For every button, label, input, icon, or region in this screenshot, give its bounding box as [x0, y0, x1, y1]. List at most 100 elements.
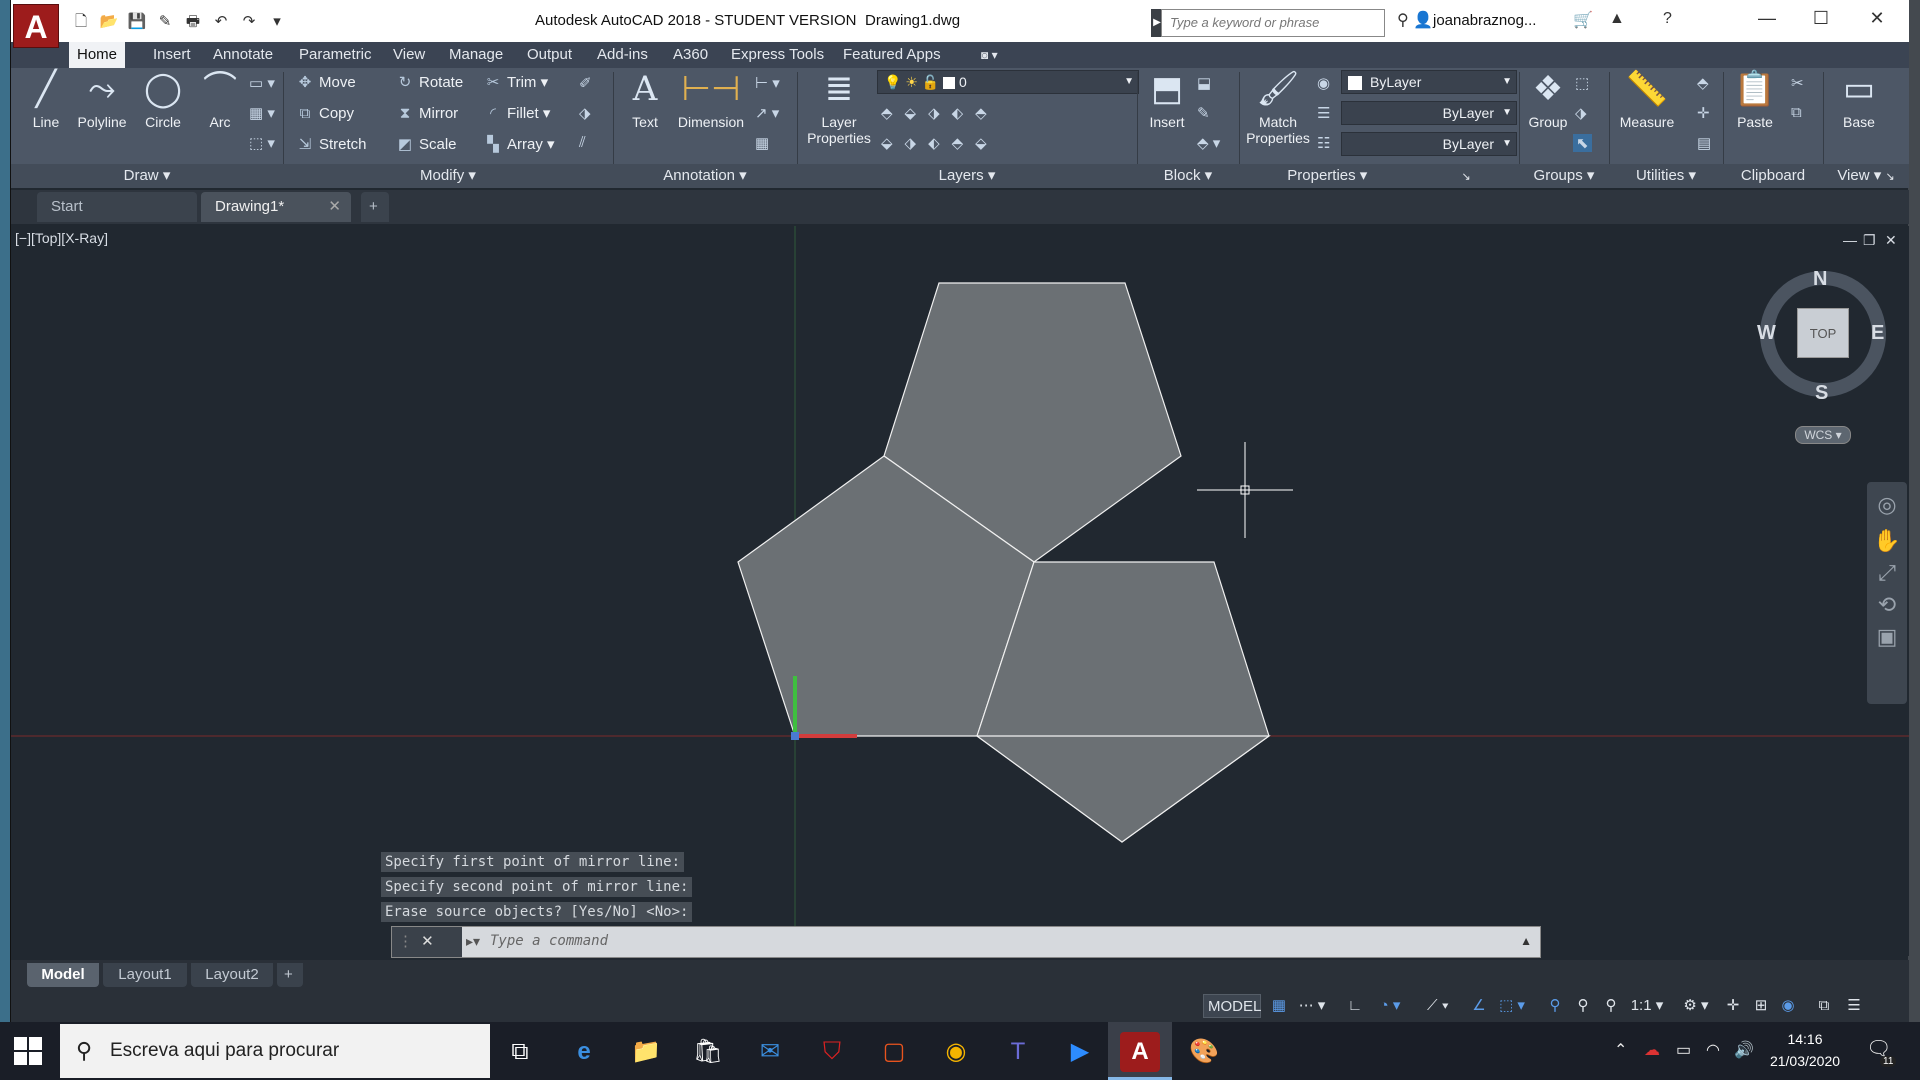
tray-overflow-icon[interactable]: ⌃: [1614, 1040, 1627, 1060]
tab-insert[interactable]: Insert: [145, 42, 199, 68]
panel-modify-label[interactable]: Modify ▾: [283, 164, 613, 188]
grid-icon[interactable]: ▦: [1267, 994, 1291, 1018]
panel-draw-label[interactable]: Draw ▾: [11, 164, 283, 188]
copy-button[interactable]: ⧉ Copy: [295, 103, 354, 125]
tab-a360[interactable]: A360: [665, 42, 716, 68]
cut-icon[interactable]: ✂: [1791, 74, 1804, 92]
antivirus-tray-icon[interactable]: ☁: [1644, 1040, 1660, 1060]
panel-properties-label[interactable]: Properties ▾ ↘: [1239, 164, 1519, 188]
edge-browser-icon[interactable]: e: [564, 1032, 604, 1072]
rotate-button[interactable]: ↻ Rotate: [395, 72, 464, 94]
tab-layout1[interactable]: Layout1: [103, 963, 187, 987]
close-icon[interactable]: ✕: [1857, 8, 1897, 29]
viewcube-top-face[interactable]: TOP: [1797, 308, 1849, 358]
binoculars-icon[interactable]: ⚲: [1397, 10, 1409, 30]
undo-icon[interactable]: ↶: [209, 10, 233, 34]
workspace-gear-icon[interactable]: ⚙ ▾: [1679, 994, 1713, 1018]
color-wheel-icon[interactable]: ◉: [1317, 74, 1330, 92]
panel-layers-label[interactable]: Layers ▾: [797, 164, 1137, 188]
tab-featured-apps[interactable]: Featured Apps: [835, 42, 949, 68]
tab-express-tools[interactable]: Express Tools: [723, 42, 832, 68]
layer-dropdown[interactable]: 💡 ☀ 🔓 0 ▼: [877, 70, 1139, 94]
office-icon[interactable]: ▢: [874, 1032, 914, 1072]
erase-icon[interactable]: ✐: [579, 74, 592, 92]
panel-block-label[interactable]: Block ▾: [1137, 164, 1239, 188]
cart-icon[interactable]: 🛒: [1573, 10, 1593, 30]
user-icon[interactable]: 👤: [1413, 10, 1433, 30]
polyline-button[interactable]: ⤳ Polyline: [71, 68, 133, 130]
save-icon[interactable]: 💾: [125, 10, 149, 34]
paint-icon[interactable]: 🎨: [1184, 1032, 1224, 1072]
units-icon[interactable]: ⊞: [1749, 994, 1773, 1018]
block-attributes-icon[interactable]: ⬘ ▾: [1197, 134, 1220, 152]
showmotion-icon[interactable]: ▣: [1867, 618, 1907, 650]
scale-button[interactable]: ◩ Scale: [395, 134, 457, 156]
grip-icon[interactable]: ⋮: [398, 933, 413, 950]
paste-button[interactable]: 📋 Paste: [1727, 68, 1783, 130]
wcs-menu[interactable]: WCS ▾: [1795, 426, 1851, 444]
rectangle-icon[interactable]: ▭ ▾: [249, 74, 275, 92]
command-input[interactable]: Type a command: [490, 933, 608, 949]
minimize-icon[interactable]: —: [1747, 8, 1787, 29]
tab-start[interactable]: Start: [37, 192, 197, 222]
new-layout-button[interactable]: +: [277, 963, 303, 987]
customize-qat-icon[interactable]: ▾: [265, 10, 289, 34]
linetype-dropdown[interactable]: ByLayer ▼: [1341, 101, 1517, 125]
chrome-icon[interactable]: ◉: [936, 1032, 976, 1072]
stretch-button[interactable]: ⇲ Stretch: [295, 134, 367, 156]
measure-button[interactable]: 📏 Measure: [1611, 68, 1683, 130]
help-search-input[interactable]: Type a keyword or phrase: [1161, 9, 1385, 37]
tab-output[interactable]: Output: [519, 42, 580, 68]
close-tab-icon[interactable]: ✕: [328, 192, 341, 222]
isolate-objects-icon[interactable]: ◉: [1775, 994, 1801, 1018]
mcafee-icon[interactable]: ⛉: [812, 1032, 852, 1072]
open-file-icon[interactable]: 📂: [97, 10, 121, 34]
layer-tools-row1-icon[interactable]: ⬘⬙⬗⬖⬘: [881, 104, 999, 122]
compass-north[interactable]: N: [1813, 268, 1827, 291]
maximize-icon[interactable]: ☐: [1801, 8, 1841, 29]
layer-properties-button[interactable]: ≣ Layer Properties: [799, 68, 879, 146]
a360-icon[interactable]: ▲: [1609, 10, 1625, 28]
new-file-icon[interactable]: 🗋: [69, 10, 93, 34]
panel-clipboard-label[interactable]: Clipboard: [1723, 164, 1823, 188]
insert-button[interactable]: ⬒ Insert: [1139, 68, 1195, 130]
object-snap-tracking-icon[interactable]: ∠: [1467, 994, 1491, 1018]
drawing-canvas[interactable]: [11, 226, 1909, 956]
mirror-button[interactable]: ⧗ Mirror: [395, 103, 458, 125]
text-button[interactable]: A Text: [621, 68, 669, 130]
taskbar-search-input[interactable]: ⚲ Escreva aqui para procurar: [60, 1024, 490, 1078]
autoscale-icon[interactable]: ⚲: [1571, 994, 1595, 1018]
lineweight-icon[interactable]: ☰: [1317, 104, 1330, 122]
annotation-scale-icon[interactable]: ⚲: [1599, 994, 1623, 1018]
close-cmd-icon[interactable]: ✕: [421, 933, 434, 950]
ribbon-toggle-icon[interactable]: ◙ ▾: [973, 42, 1006, 68]
scale-selector[interactable]: 1:1 ▾: [1627, 994, 1667, 1018]
zoom-extents-icon[interactable]: ⤢: [1867, 554, 1907, 586]
linear-dim-icon[interactable]: ⊢ ▾: [755, 74, 780, 92]
print-icon[interactable]: 🖶: [181, 10, 205, 34]
osnap-icon[interactable]: ⬚ ▾: [1495, 994, 1529, 1018]
group-button[interactable]: ❖ Group: [1523, 68, 1573, 130]
teams-icon[interactable]: T: [998, 1032, 1038, 1072]
explode-icon[interactable]: ⬗: [579, 104, 591, 122]
tab-manage[interactable]: Manage: [441, 42, 511, 68]
leader-icon[interactable]: ↗ ▾: [755, 104, 779, 122]
orbit-icon[interactable]: ⟲: [1867, 586, 1907, 618]
polar-icon[interactable]: ◔ ▾: [1373, 994, 1407, 1018]
tab-home[interactable]: Home: [69, 42, 126, 68]
move-button[interactable]: ✥ Move: [295, 72, 356, 94]
panel-view-label[interactable]: View ▾ ↘: [1823, 164, 1909, 188]
create-block-icon[interactable]: ⬓: [1197, 74, 1211, 92]
compass-west[interactable]: W: [1757, 322, 1776, 345]
quick-select-icon[interactable]: ⬘: [1697, 74, 1709, 92]
linetype-icon[interactable]: ☷: [1317, 134, 1330, 152]
task-view-icon[interactable]: ⧉: [500, 1032, 540, 1072]
command-prompt-icon[interactable]: ▸▾: [466, 933, 480, 950]
tab-addins[interactable]: Add-ins: [589, 42, 656, 68]
isodraft-icon[interactable]: ⟋ ▾: [1421, 994, 1455, 1018]
ungroup-icon[interactable]: ⬚: [1575, 74, 1589, 92]
annotation-visibility-icon[interactable]: ⚲: [1543, 994, 1567, 1018]
tab-annotate[interactable]: Annotate: [205, 42, 281, 68]
panel-groups-label[interactable]: Groups ▾: [1519, 164, 1609, 188]
command-history-toggle-icon[interactable]: ▲: [1520, 934, 1532, 948]
